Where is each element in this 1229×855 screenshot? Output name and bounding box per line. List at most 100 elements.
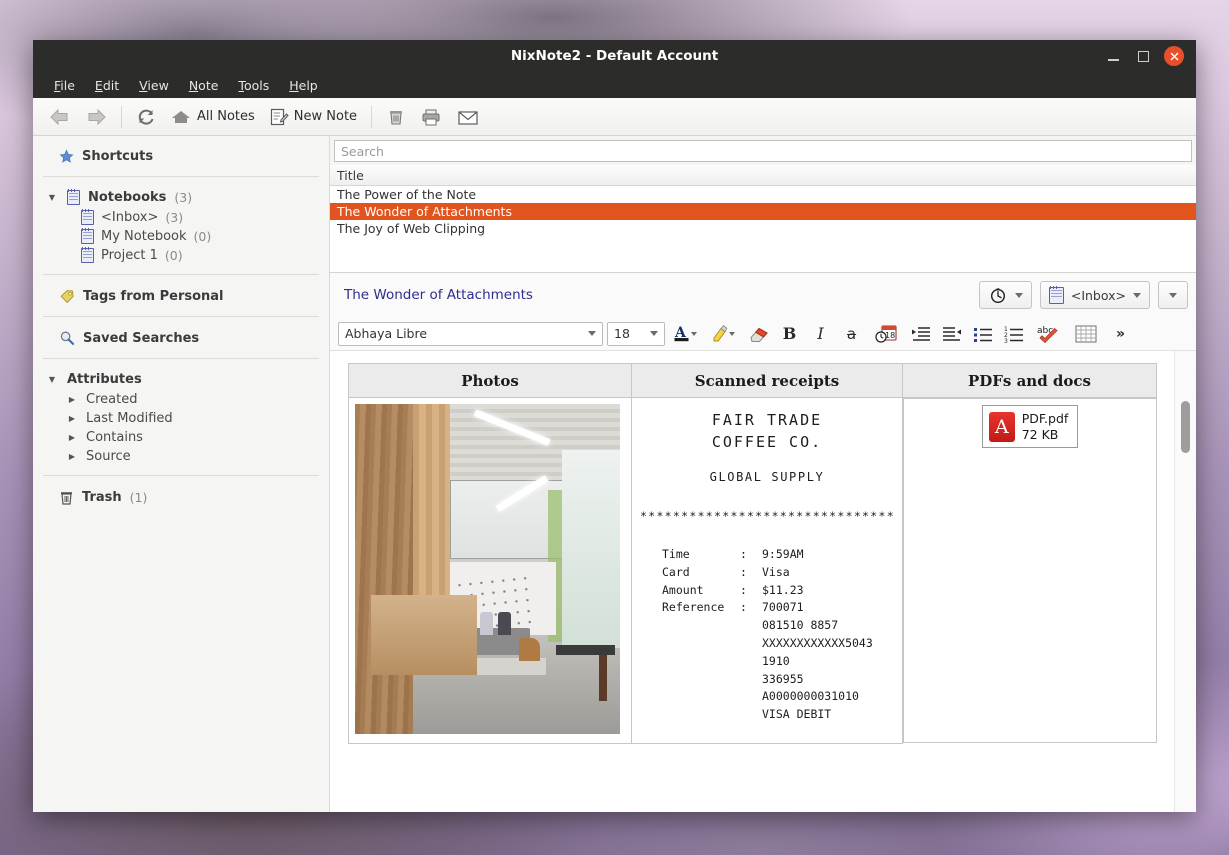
insert-table-button[interactable] [1069,321,1103,347]
font-family-select[interactable]: Abhaya Libre [338,321,603,346]
expand-arrow-icon[interactable]: ▼ [45,375,59,384]
note-list-row[interactable]: The Joy of Web Clipping [330,220,1196,237]
toolbar-overflow-button[interactable]: » [1107,321,1134,347]
sidebar-item-attributes[interactable]: ▼ Attributes [41,369,321,390]
note-content-scrollbar[interactable] [1181,401,1190,798]
font-size-select[interactable]: 18 [607,321,665,346]
sidebar-item-contains[interactable]: ▶ Contains [41,428,321,447]
note-list-and-editor: Search Title The Power of the Note The W… [330,136,1196,812]
delete-note-button[interactable] [380,104,412,130]
main-body: Shortcuts ▼ Notebooks (3) <Inbox> (3) My… [33,136,1196,812]
note-title: The Wonder of Attachments [337,204,512,219]
forward-button[interactable] [79,104,113,130]
sidebar-item-inbox[interactable]: <Inbox> (3) [41,208,321,227]
sidebar-item-source[interactable]: ▶ Source [41,447,321,466]
receipt-value: 700071 [762,600,804,615]
spellcheck-button[interactable]: abc [1031,321,1065,347]
sidebar-item-tags[interactable]: Tags from Personal [41,285,321,307]
sidebar-item-notebooks[interactable]: ▼ Notebooks (3) [41,187,321,208]
receipt-sep: : [740,546,747,561]
sidebar-item-saved-searches[interactable]: Saved Searches [41,327,321,349]
tag-icon [60,290,74,304]
notebook-selector[interactable]: <Inbox> [1039,281,1150,309]
receipt-ref-line: XXXXXXXXXXXX5043 [762,635,873,650]
table-content-row: FAIR TRADE COFFEE CO. GLOBAL SUPPLY ****… [348,397,1157,744]
pdf-attachment[interactable]: A PDF.pdf 72 KB [981,405,1079,449]
receipt-field-amount: Amount : $11.23 [640,582,894,600]
bullet-list-button[interactable] [969,321,996,347]
overflow-label: » [1115,325,1126,342]
all-notes-button[interactable]: All Notes [164,104,261,130]
sidebar-item-project-1[interactable]: Project 1 (0) [41,246,321,265]
outdent-icon [942,326,961,341]
menu-tools[interactable]: Tools [229,75,278,96]
back-arrow-icon [50,108,68,125]
strikethrough-button[interactable]: a [838,321,865,347]
menu-edit[interactable]: Edit [86,75,128,96]
close-icon [1170,52,1178,60]
italic-button[interactable]: I [807,321,834,347]
email-button[interactable] [450,104,486,130]
search-placeholder: Search [341,143,384,159]
magnifier-icon [60,331,75,345]
bold-button[interactable]: B [776,321,803,347]
table-header-receipts: Scanned receipts [631,363,903,398]
search-input[interactable]: Search [334,140,1192,162]
sidebar-item-shortcuts[interactable]: Shortcuts [41,146,321,167]
table-icon [1075,325,1097,342]
format-eraser-button[interactable] [745,321,772,347]
todo-button[interactable]: 18 [869,321,903,347]
main-toolbar: All Notes New Note [33,98,1196,136]
shortcuts-section: Shortcuts [41,136,321,176]
note-list-header[interactable]: Title [330,165,1196,186]
menu-file[interactable]: File [45,75,84,96]
bold-label: B [782,324,797,343]
scrollbar-thumb[interactable] [1181,401,1190,453]
font-color-button[interactable]: A [669,321,703,347]
menu-note[interactable]: Note [180,75,228,96]
pdf-attachment-info: PDF.pdf 72 KB [1022,411,1069,442]
note-content-area[interactable]: Photos Scanned receipts PDFs and docs FA… [330,351,1196,812]
sync-button[interactable] [130,104,162,130]
attribute-label: Last Modified [86,411,173,426]
collapse-arrow-icon[interactable]: ▶ [65,452,79,461]
close-button[interactable] [1164,46,1184,66]
sidebar-item-last-modified[interactable]: ▶ Last Modified [41,409,321,428]
note-header-controls: <Inbox> [978,281,1188,309]
note-list-row[interactable]: The Power of the Note [330,186,1196,203]
receipt-title: FAIR TRADE COFFEE CO. [640,410,894,454]
print-button[interactable] [414,104,448,130]
expand-arrow-icon[interactable]: ▼ [45,193,59,202]
sidebar-item-created[interactable]: ▶ Created [41,390,321,409]
sidebar-item-my-notebook[interactable]: My Notebook (0) [41,227,321,246]
collapse-arrow-icon[interactable]: ▶ [65,395,79,404]
home-icon [172,110,190,123]
collapse-arrow-icon[interactable]: ▶ [65,433,79,442]
scanned-receipt-attachment[interactable]: FAIR TRADE COFFEE CO. GLOBAL SUPPLY ****… [638,404,896,724]
menu-help[interactable]: Help [280,75,327,96]
chevron-down-icon [650,331,658,336]
menu-view[interactable]: View [130,75,178,96]
note-title: The Joy of Web Clipping [337,221,486,236]
notebook-count: (0) [164,248,183,263]
note-title-field[interactable]: The Wonder of Attachments [344,287,533,303]
sidebar-item-trash[interactable]: Trash (1) [41,486,321,508]
note-table: Photos Scanned receipts PDFs and docs FA… [348,363,1157,744]
back-button[interactable] [43,104,77,130]
highlight-button[interactable] [707,321,741,347]
new-note-button[interactable]: New Note [263,104,363,130]
maximize-button[interactable] [1134,47,1152,65]
reminder-button[interactable] [978,281,1032,309]
office-photo-attachment[interactable] [355,404,620,734]
outdent-button[interactable] [938,321,965,347]
collapse-arrow-icon[interactable]: ▶ [65,414,79,423]
minimize-button[interactable] [1104,47,1122,65]
window-title: NixNote2 - Default Account [510,48,719,64]
saved-searches-label: Saved Searches [83,330,200,346]
notebook-icon [81,228,94,244]
expand-details-button[interactable] [1158,281,1188,309]
note-list-row-selected[interactable]: The Wonder of Attachments [330,203,1196,220]
notebook-selector-value: <Inbox> [1070,287,1126,303]
indent-button[interactable] [907,321,934,347]
numbered-list-button[interactable]: 1 2 3 [1000,321,1027,347]
